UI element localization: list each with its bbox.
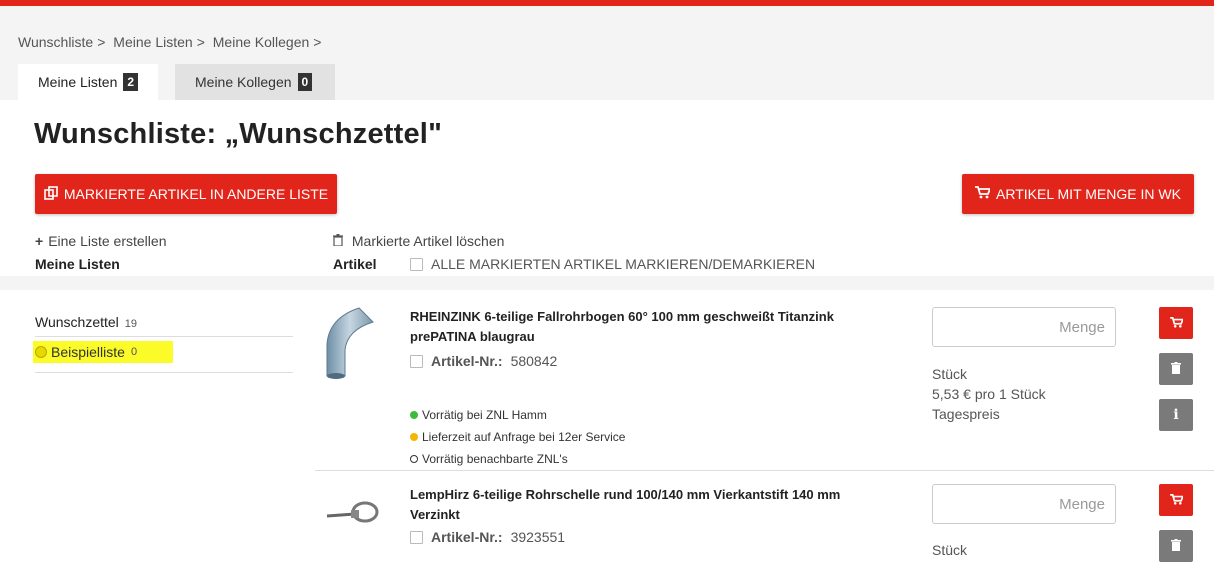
- trash-icon: [333, 233, 347, 249]
- status-dot-outline-icon: [410, 455, 418, 463]
- tab-label: Meine Listen: [38, 74, 118, 90]
- status-dot-green-icon: [410, 411, 418, 419]
- article-number: 580842: [510, 353, 558, 369]
- breadcrumb-item-meine-kollegen[interactable]: Meine Kollegen: [213, 34, 310, 50]
- product-name[interactable]: RHEINZINK 6-teilige Fallrohrbogen 60° 10…: [410, 307, 880, 347]
- create-list-link[interactable]: + Eine Liste erstellen: [35, 233, 166, 249]
- product-name[interactable]: LempHirz 6-teilige Rohrschelle rund 100/…: [410, 485, 880, 525]
- row-divider: [315, 470, 1214, 471]
- mark-all-label: ALLE MARKIERTEN ARTIKEL MARKIEREN/DEMARK…: [431, 256, 816, 272]
- article-number-row: Artikel-Nr.: 580842: [410, 353, 557, 369]
- add-to-cart-icon-button[interactable]: [1159, 307, 1193, 339]
- unit-label: Stück: [932, 366, 968, 382]
- tab-meine-kollegen[interactable]: Meine Kollegen 0: [175, 64, 335, 100]
- unit-price-info: Stück: [932, 540, 967, 560]
- add-to-cart-button[interactable]: ARTIKEL MIT MENGE IN WK: [962, 174, 1194, 214]
- lists-column-header: Meine Listen: [35, 256, 120, 272]
- trash-icon: [1171, 361, 1181, 377]
- product-image-rohrschelle[interactable]: [315, 476, 393, 554]
- create-list-label: Eine Liste erstellen: [48, 233, 167, 249]
- price-text: 5,53 € pro 1 Stück: [932, 386, 1046, 402]
- tab-count-badge: 2: [123, 73, 139, 91]
- sidebar-item-count: 19: [124, 318, 138, 330]
- article-checkbox[interactable]: [410, 354, 423, 368]
- delete-marked-label: Markierte Artikel löschen: [351, 233, 505, 249]
- tab-meine-listen[interactable]: Meine Listen 2: [18, 64, 158, 100]
- breadcrumb-item-meine-listen[interactable]: Meine Listen: [113, 34, 192, 50]
- sidebar-item-beispielliste[interactable]: Beispielliste 0: [35, 344, 137, 360]
- availability-row: Vorrätig benachbarte ZNL's: [410, 452, 568, 466]
- quantity-input[interactable]: [932, 307, 1116, 347]
- plus-icon: +: [35, 233, 44, 249]
- unit-label: Stück: [932, 542, 968, 558]
- add-to-cart-label: ARTIKEL MIT MENGE IN WK: [996, 186, 1181, 202]
- article-number-label: Artikel-Nr.:: [431, 529, 503, 545]
- article-number-label: Artikel-Nr.:: [431, 353, 503, 369]
- sidebar-item-label: Beispielliste: [51, 344, 125, 360]
- product-image-fallrohrbogen[interactable]: [315, 304, 393, 382]
- page-title: Wunschliste: „Wunschzettel": [34, 118, 443, 150]
- delete-article-button[interactable]: [1159, 530, 1193, 562]
- mark-all-toggle[interactable]: ALLE MARKIERTEN ARTIKEL MARKIEREN/DEMARK…: [410, 256, 815, 272]
- unit-price-info: Stück 5,53 € pro 1 Stück Tagespreis: [932, 364, 1046, 424]
- delete-marked-link[interactable]: Markierte Artikel löschen: [333, 233, 504, 249]
- breadcrumb: Wunschliste > Meine Listen > Meine Kollege…: [18, 34, 325, 50]
- trash-icon: [1171, 538, 1181, 554]
- divider: [35, 336, 293, 337]
- copy-icon: [44, 185, 58, 203]
- add-to-cart-icon-button[interactable]: [1159, 484, 1193, 516]
- availability-text: Vorrätig benachbarte ZNL's: [422, 452, 568, 466]
- articles-column-header: Artikel: [333, 256, 377, 272]
- move-marked-label: MARKIERTE ARTIKEL IN ANDERE LISTE: [63, 186, 329, 202]
- breadcrumb-separator: >: [196, 34, 205, 50]
- status-dot-orange-icon: [410, 433, 418, 441]
- info-icon: i: [1173, 407, 1179, 423]
- sidebar-item-count: 0: [130, 346, 138, 358]
- availability-text: Lieferzeit auf Anfrage bei 12er Service: [422, 430, 626, 444]
- info-button[interactable]: i: [1159, 399, 1193, 431]
- price-note: Tagespreis: [932, 406, 1000, 422]
- tab-count-badge: 0: [297, 73, 313, 91]
- availability-row: Vorrätig bei ZNL Hamm: [410, 408, 547, 422]
- cart-icon: [1169, 492, 1184, 508]
- move-marked-button[interactable]: MARKIERTE ARTIKEL IN ANDERE LISTE: [35, 174, 337, 214]
- availability-row: Lieferzeit auf Anfrage bei 12er Service: [410, 430, 625, 444]
- list-dot-icon: [35, 346, 47, 358]
- mark-all-checkbox[interactable]: [410, 257, 423, 271]
- sidebar-item-label: Wunschzettel: [35, 314, 119, 330]
- availability-text: Vorrätig bei ZNL Hamm: [422, 408, 547, 422]
- sidebar-item-wunschzettel[interactable]: Wunschzettel 19: [35, 314, 137, 330]
- article-number: 3923551: [510, 529, 566, 545]
- breadcrumb-item-wunschliste[interactable]: Wunschliste: [18, 34, 93, 50]
- delete-article-button[interactable]: [1159, 353, 1193, 385]
- divider: [35, 372, 293, 373]
- article-number-row: Artikel-Nr.: 3923551: [410, 529, 565, 545]
- quantity-input[interactable]: [932, 484, 1116, 524]
- tab-label: Meine Kollegen: [195, 74, 292, 90]
- cart-icon: [1169, 315, 1184, 331]
- article-checkbox[interactable]: [410, 530, 423, 544]
- section-divider: [0, 276, 1214, 290]
- breadcrumb-separator: >: [313, 34, 322, 50]
- breadcrumb-separator: >: [97, 34, 106, 50]
- cart-icon: [975, 186, 992, 202]
